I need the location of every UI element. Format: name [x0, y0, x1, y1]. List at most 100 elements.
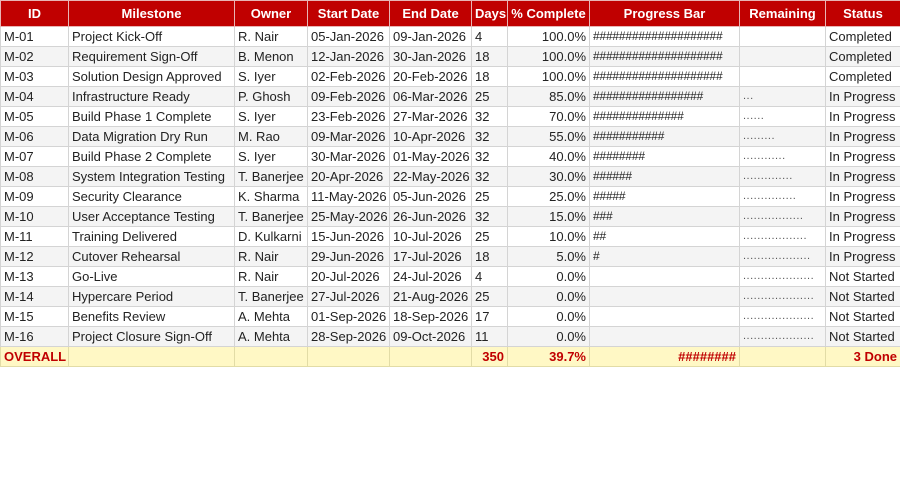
- cell-remaining[interactable]: ....................: [739, 286, 826, 307]
- cell-owner[interactable]: T. Banerjee: [234, 166, 308, 187]
- cell-end-date[interactable]: 21-Aug-2026: [389, 286, 472, 307]
- cell-progress-bar[interactable]: [589, 326, 740, 347]
- cell-percent-complete[interactable]: 100.0%: [507, 66, 590, 87]
- cell-remaining[interactable]: .................: [739, 206, 826, 227]
- cell-status[interactable]: Not Started: [825, 326, 900, 347]
- cell-owner[interactable]: K. Sharma: [234, 186, 308, 207]
- cell-start-date[interactable]: 12-Jan-2026: [307, 46, 390, 67]
- cell-id[interactable]: M-09: [0, 186, 69, 207]
- cell-id[interactable]: M-10: [0, 206, 69, 227]
- cell-id[interactable]: M-14: [0, 286, 69, 307]
- cell-end-date[interactable]: 05-Jun-2026: [389, 186, 472, 207]
- cell-end-date[interactable]: 09-Jan-2026: [389, 26, 472, 47]
- cell-percent-complete[interactable]: 70.0%: [507, 106, 590, 127]
- cell-days[interactable]: 18: [471, 46, 508, 67]
- overall-empty-cell[interactable]: [389, 346, 472, 367]
- cell-remaining[interactable]: ...............: [739, 186, 826, 207]
- cell-percent-complete[interactable]: 0.0%: [507, 306, 590, 327]
- cell-start-date[interactable]: 20-Jul-2026: [307, 266, 390, 287]
- header-milestone[interactable]: Milestone: [68, 0, 235, 27]
- overall-label[interactable]: OVERALL: [0, 346, 69, 367]
- cell-owner[interactable]: D. Kulkarni: [234, 226, 308, 247]
- cell-remaining[interactable]: ......: [739, 106, 826, 127]
- cell-start-date[interactable]: 27-Jul-2026: [307, 286, 390, 307]
- cell-milestone[interactable]: System Integration Testing: [68, 166, 235, 187]
- cell-percent-complete[interactable]: 0.0%: [507, 286, 590, 307]
- cell-progress-bar[interactable]: ###: [589, 206, 740, 227]
- cell-remaining[interactable]: ....................: [739, 266, 826, 287]
- cell-milestone[interactable]: Build Phase 1 Complete: [68, 106, 235, 127]
- cell-end-date[interactable]: 06-Mar-2026: [389, 86, 472, 107]
- cell-progress-bar[interactable]: ##: [589, 226, 740, 247]
- cell-percent-complete[interactable]: 25.0%: [507, 186, 590, 207]
- cell-progress-bar[interactable]: #################: [589, 86, 740, 107]
- header-percent-complete[interactable]: % Complete: [507, 0, 590, 27]
- cell-owner[interactable]: M. Rao: [234, 126, 308, 147]
- cell-start-date[interactable]: 28-Sep-2026: [307, 326, 390, 347]
- cell-id[interactable]: M-15: [0, 306, 69, 327]
- cell-milestone[interactable]: Data Migration Dry Run: [68, 126, 235, 147]
- cell-days[interactable]: 11: [471, 326, 508, 347]
- cell-end-date[interactable]: 27-Mar-2026: [389, 106, 472, 127]
- cell-remaining[interactable]: ..............: [739, 166, 826, 187]
- cell-id[interactable]: M-12: [0, 246, 69, 267]
- cell-milestone[interactable]: Requirement Sign-Off: [68, 46, 235, 67]
- cell-progress-bar[interactable]: ########: [589, 146, 740, 167]
- cell-percent-complete[interactable]: 100.0%: [507, 46, 590, 67]
- cell-status[interactable]: In Progress: [825, 86, 900, 107]
- cell-id[interactable]: M-13: [0, 266, 69, 287]
- overall-days[interactable]: 350: [471, 346, 508, 367]
- cell-percent-complete[interactable]: 15.0%: [507, 206, 590, 227]
- header-start-date[interactable]: Start Date: [307, 0, 390, 27]
- cell-progress-bar[interactable]: ##############: [589, 106, 740, 127]
- cell-start-date[interactable]: 30-Mar-2026: [307, 146, 390, 167]
- cell-percent-complete[interactable]: 0.0%: [507, 326, 590, 347]
- cell-milestone[interactable]: Cutover Rehearsal: [68, 246, 235, 267]
- cell-end-date[interactable]: 17-Jul-2026: [389, 246, 472, 267]
- cell-status[interactable]: In Progress: [825, 146, 900, 167]
- cell-id[interactable]: M-03: [0, 66, 69, 87]
- cell-remaining[interactable]: .........: [739, 126, 826, 147]
- cell-owner[interactable]: T. Banerjee: [234, 286, 308, 307]
- cell-milestone[interactable]: Benefits Review: [68, 306, 235, 327]
- cell-remaining[interactable]: ....................: [739, 306, 826, 327]
- cell-owner[interactable]: R. Nair: [234, 266, 308, 287]
- cell-milestone[interactable]: Training Delivered: [68, 226, 235, 247]
- cell-milestone[interactable]: Build Phase 2 Complete: [68, 146, 235, 167]
- cell-status[interactable]: In Progress: [825, 246, 900, 267]
- cell-milestone[interactable]: Project Kick-Off: [68, 26, 235, 47]
- cell-days[interactable]: 4: [471, 266, 508, 287]
- overall-empty-cell[interactable]: [68, 346, 235, 367]
- cell-progress-bar[interactable]: #####: [589, 186, 740, 207]
- header-owner[interactable]: Owner: [234, 0, 308, 27]
- cell-owner[interactable]: S. Iyer: [234, 106, 308, 127]
- cell-percent-complete[interactable]: 30.0%: [507, 166, 590, 187]
- cell-days[interactable]: 32: [471, 166, 508, 187]
- cell-owner[interactable]: A. Mehta: [234, 306, 308, 327]
- header-days[interactable]: Days: [471, 0, 508, 27]
- cell-progress-bar[interactable]: #: [589, 246, 740, 267]
- cell-status[interactable]: Completed: [825, 66, 900, 87]
- cell-id[interactable]: M-11: [0, 226, 69, 247]
- cell-status[interactable]: In Progress: [825, 186, 900, 207]
- cell-milestone[interactable]: User Acceptance Testing: [68, 206, 235, 227]
- cell-end-date[interactable]: 26-Jun-2026: [389, 206, 472, 227]
- cell-percent-complete[interactable]: 5.0%: [507, 246, 590, 267]
- cell-end-date[interactable]: 20-Feb-2026: [389, 66, 472, 87]
- cell-percent-complete[interactable]: 100.0%: [507, 26, 590, 47]
- cell-days[interactable]: 25: [471, 286, 508, 307]
- cell-status[interactable]: In Progress: [825, 106, 900, 127]
- cell-status[interactable]: Not Started: [825, 286, 900, 307]
- cell-id[interactable]: M-02: [0, 46, 69, 67]
- cell-start-date[interactable]: 29-Jun-2026: [307, 246, 390, 267]
- cell-owner[interactable]: R. Nair: [234, 246, 308, 267]
- cell-owner[interactable]: T. Banerjee: [234, 206, 308, 227]
- cell-progress-bar[interactable]: ####################: [589, 66, 740, 87]
- cell-remaining[interactable]: ....................: [739, 326, 826, 347]
- cell-end-date[interactable]: 30-Jan-2026: [389, 46, 472, 67]
- cell-end-date[interactable]: 18-Sep-2026: [389, 306, 472, 327]
- cell-id[interactable]: M-06: [0, 126, 69, 147]
- cell-status[interactable]: Not Started: [825, 266, 900, 287]
- cell-start-date[interactable]: 11-May-2026: [307, 186, 390, 207]
- cell-start-date[interactable]: 02-Feb-2026: [307, 66, 390, 87]
